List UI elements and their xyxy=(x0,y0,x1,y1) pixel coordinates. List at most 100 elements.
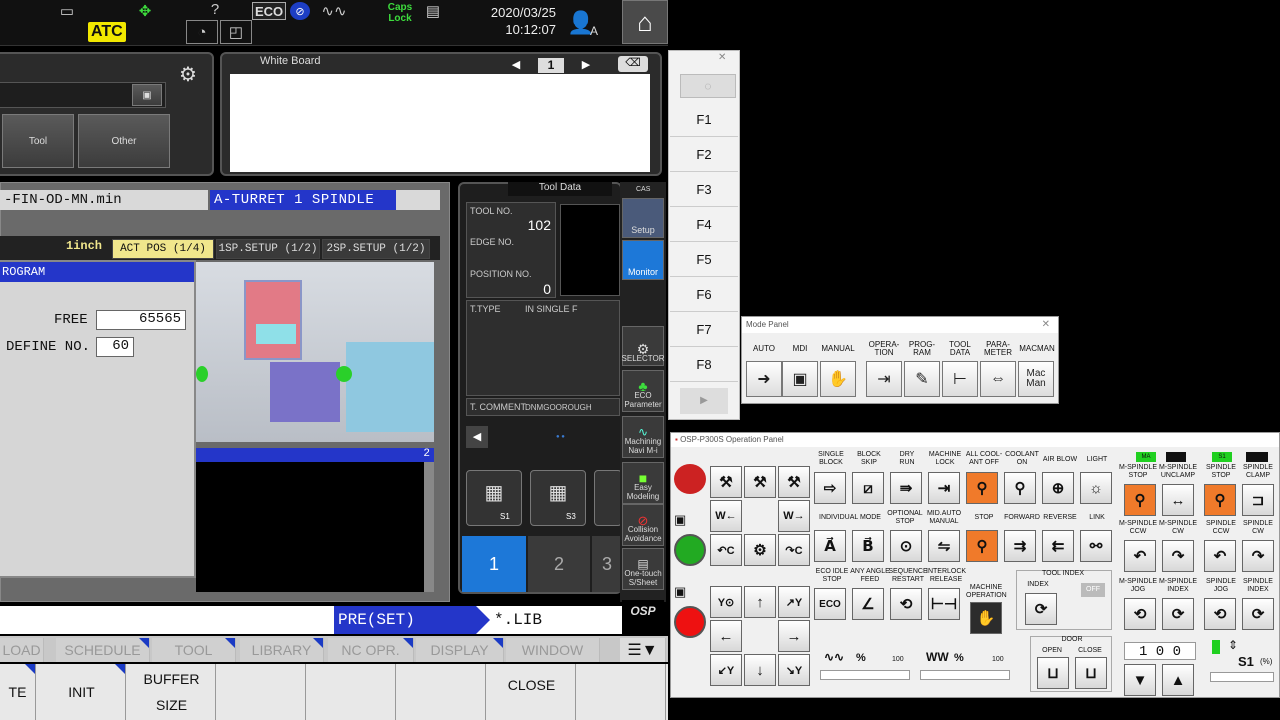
eco-idle-stop-button[interactable]: ECO xyxy=(814,588,846,620)
single-block-button[interactable]: ⇨ xyxy=(814,472,846,504)
manual-mode-button[interactable]: ✋ xyxy=(820,361,856,397)
next-page-icon[interactable]: ▶ xyxy=(576,58,596,72)
optional-stop-button[interactable]: ⊙ xyxy=(890,530,922,562)
home-button[interactable]: ⌂ xyxy=(622,0,668,44)
menu-tool[interactable]: TOOL xyxy=(152,638,236,662)
m-spindle-index-button[interactable]: ⟳ xyxy=(1162,598,1194,630)
jog-w-plus-button[interactable]: W→ xyxy=(778,500,810,532)
f8-key[interactable]: F8 xyxy=(670,347,738,382)
f2-key[interactable]: F2 xyxy=(670,137,738,172)
spindle-stop-button-2[interactable]: ⚲ xyxy=(1204,484,1236,516)
machine-lock-button[interactable]: ⇥ xyxy=(928,472,960,504)
m-spindle-cw-button[interactable]: ↷ xyxy=(1162,540,1194,572)
jog-button-1[interactable]: ⚒ xyxy=(710,466,742,498)
all-coolant-off-button[interactable]: ⚲ xyxy=(966,472,998,504)
softkey-init[interactable]: INIT xyxy=(38,664,126,720)
block-skip-button[interactable]: ⧄ xyxy=(852,472,884,504)
jog-y-button[interactable]: Y⊙ xyxy=(710,586,742,618)
interlock-release-button[interactable]: ⊢⊣ xyxy=(928,588,960,620)
tab-1sp-setup[interactable]: 1SP.SETUP (1/2) xyxy=(216,239,320,259)
jog-right-button[interactable]: → xyxy=(778,620,810,652)
mdi-mode-button[interactable]: ▣ xyxy=(782,361,818,397)
turret-2-button[interactable]: 2 xyxy=(528,536,590,592)
jog-button-2[interactable]: ⚒ xyxy=(744,466,776,498)
program-mode-button[interactable]: ✎ xyxy=(904,361,940,397)
machine-operation-button[interactable]: ✋ xyxy=(970,602,1002,634)
m-spindle-stop-button[interactable]: ⚲ xyxy=(1124,484,1156,516)
light-button[interactable]: ☼ xyxy=(1080,472,1112,504)
softkey-5[interactable] xyxy=(308,664,396,720)
mid-auto-manual-button[interactable]: ⇋ xyxy=(928,530,960,562)
spindle-stop-button[interactable]: ⚲ xyxy=(966,530,998,562)
softkey-1[interactable]: TE xyxy=(0,664,36,720)
reverse-button[interactable]: ⇇ xyxy=(1042,530,1074,562)
menu-schedule[interactable]: SCHEDULE xyxy=(56,638,150,662)
spindle-clamp-button[interactable]: ⊐ xyxy=(1242,484,1274,516)
jog-w-minus-button[interactable]: W← xyxy=(710,500,742,532)
prev-page-icon[interactable]: ◀ xyxy=(506,58,526,72)
parameter-mode-button[interactable]: ⇔ xyxy=(980,361,1016,397)
photo-button[interactable]: ▣ xyxy=(132,84,162,106)
jog-up-button[interactable]: ↑ xyxy=(744,586,776,618)
f3-key[interactable]: F3 xyxy=(670,172,738,207)
individual-b-button[interactable]: B⃗ xyxy=(852,530,884,562)
softkey-4[interactable] xyxy=(218,664,306,720)
selector-button[interactable]: ⚙ SELECTOR xyxy=(622,326,665,366)
f7-key[interactable]: F7 xyxy=(670,312,738,347)
f-panel-close-icon[interactable]: ✕ xyxy=(718,52,726,63)
f5-key[interactable]: F5 xyxy=(670,242,738,277)
softkey-buffer-size[interactable]: BUFFER SIZE xyxy=(128,664,216,720)
eraser-icon[interactable]: ⌫ xyxy=(618,56,648,72)
menu-nc-opr[interactable]: NC OPR. xyxy=(328,638,414,662)
program-text-area[interactable] xyxy=(196,462,426,592)
m-spindle-jog-button[interactable]: ⟲ xyxy=(1124,598,1156,630)
mode-panel-close-icon[interactable]: ✕ xyxy=(1042,319,1050,330)
emergency-stop-button[interactable] xyxy=(674,464,706,494)
macman-mode-button[interactable]: Mac Man xyxy=(1018,361,1054,397)
s1-tool-button[interactable]: ▦ xyxy=(466,470,522,526)
f6-key[interactable]: F6 xyxy=(670,277,738,312)
f-panel-next-button[interactable]: ▶ xyxy=(680,388,728,414)
menu-load[interactable]: LOAD xyxy=(0,638,44,662)
easy-modeling-button[interactable]: ■ Easy Modeling xyxy=(622,462,664,504)
any-angle-feed-button[interactable]: ∠ xyxy=(852,588,884,620)
coolant-on-button[interactable]: ⚲ xyxy=(1004,472,1036,504)
feed-hold-button[interactable] xyxy=(674,606,706,638)
spindle-jog-button[interactable]: ⟲ xyxy=(1204,598,1236,630)
gear-icon[interactable]: ⚙ xyxy=(176,62,200,86)
turret-3-button[interactable]: 3 xyxy=(592,536,622,592)
menu-window[interactable]: WINDOW xyxy=(506,638,600,662)
monitor-button[interactable]: Monitor xyxy=(622,240,664,280)
tool-button[interactable]: Tool xyxy=(2,114,74,168)
rapid-override-slider[interactable] xyxy=(920,670,1010,680)
jog-button-3[interactable]: ⚒ xyxy=(778,466,810,498)
jog-c-ccw-button[interactable]: ↶C xyxy=(710,534,742,566)
scrollbar[interactable] xyxy=(424,462,434,592)
sequence-restart-button[interactable]: ⟲ xyxy=(890,588,922,620)
tab-act-pos[interactable]: ACT POS (1/4) xyxy=(112,239,214,259)
cycle-start-button[interactable] xyxy=(674,534,706,566)
turret-1-button[interactable]: 1 xyxy=(462,536,526,592)
whiteboard-canvas[interactable] xyxy=(230,74,650,172)
feed-override-slider[interactable] xyxy=(820,670,910,680)
spindle-override-down-button[interactable]: ▼ xyxy=(1124,664,1156,696)
jog-y-plus-button[interactable]: ↗Y xyxy=(778,586,810,618)
jog-rapid-button[interactable]: ↘Y xyxy=(778,654,810,686)
softkey-6[interactable] xyxy=(398,664,486,720)
spindle-index-button[interactable]: ⟳ xyxy=(1242,598,1274,630)
jog-center-button[interactable]: ⚙ xyxy=(744,534,776,566)
menu-library[interactable]: LIBRARY xyxy=(240,638,324,662)
one-touch-button[interactable]: ▤ One-touch S/Sheet xyxy=(622,548,664,590)
link-button[interactable]: ⚯ xyxy=(1080,530,1112,562)
s1-override-slider[interactable] xyxy=(1210,672,1274,682)
tab-2sp-setup[interactable]: 2SP.SETUP (1/2) xyxy=(322,239,430,259)
menu-more-button[interactable]: ☰▼ xyxy=(620,638,666,662)
softkey-8[interactable] xyxy=(578,664,666,720)
m-spindle-unclamp-button[interactable]: ↔ xyxy=(1162,484,1194,516)
f1-key[interactable]: F1 xyxy=(670,102,738,137)
lib-field[interactable]: *.LIB xyxy=(494,606,620,634)
s3-tool-button[interactable]: ▦ xyxy=(530,470,586,526)
f4-key[interactable]: F4 xyxy=(670,207,738,242)
define-value[interactable]: 60 xyxy=(96,337,134,357)
tool-index-button[interactable]: ⟳ xyxy=(1025,593,1057,625)
